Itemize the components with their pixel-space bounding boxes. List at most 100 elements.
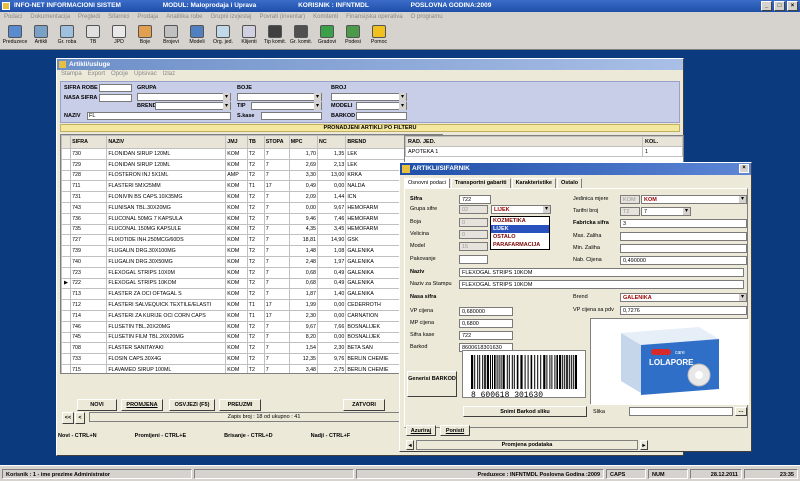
filter-boje-select[interactable] <box>237 93 322 101</box>
menu-item-6[interactable]: Grupni izvjestaj <box>210 14 251 20</box>
table-row[interactable]: 745 FLUSETIN FILM TBL.20X20MG KOM T2 7 8,20 0,… <box>61 331 437 344</box>
table-row[interactable]: 736 FLUCONAL 50MG 7 KAPSULA KOM T2 7 9,46 7,46… <box>61 212 437 225</box>
fabricka-field[interactable]: 3 <box>620 219 747 228</box>
toolbar-button-group[interactable]: Gr. roba <box>54 22 80 50</box>
toolbar-button-settings[interactable]: Podesi <box>340 22 366 50</box>
table-row[interactable]: 743 FLUNISAN TBL.30X20MG KOM T2 7 0,00 9,67 HEM… <box>61 201 437 214</box>
window-menu-item-4[interactable]: Izlaz <box>163 71 175 77</box>
filter-nasa-input[interactable] <box>99 94 132 102</box>
refresh-button[interactable]: OSVJEZI (F5) <box>169 399 215 411</box>
tab-characteristics[interactable]: Karakteristike <box>511 178 556 188</box>
vp-pdv-field[interactable]: 0,7276 <box>620 306 747 315</box>
grid-header-jmj[interactable]: JMJ <box>225 135 248 149</box>
update-button[interactable]: Azuriraj <box>406 425 436 436</box>
toolbar-button-numbers[interactable]: Brojevi <box>158 22 184 50</box>
min-zaliha-field[interactable] <box>620 244 747 253</box>
toolbar-button-models[interactable]: Modeli <box>184 22 210 50</box>
table-row[interactable]: 746 FLUSETIN TBL.20X20MG KOM T2 7 9,67 7,66 BOS… <box>61 320 437 333</box>
grid-header-stopa[interactable]: STOPA <box>263 135 290 149</box>
table-row[interactable]: 711 FLASTERI 5MX25MM KOM T1 17 0,49 0,00 NALDA <box>61 180 437 193</box>
table-row[interactable]: 739 FLUGALIN DRG.30X100MG KOM T2 7 1,48 1,08 GA… <box>61 245 437 257</box>
table-row[interactable]: 730 FLONIDAN SIRUP 120ML KOM T2 7 1,70 1,35 LEK <box>61 148 437 160</box>
menu-item-0[interactable]: Podaci <box>4 14 22 20</box>
table-row[interactable]: 715 FLAVAMED SIRUP 100ML KOM T2 7 3,48 2,75 BER… <box>61 363 437 373</box>
menu-item-1[interactable]: Dokumentacija <box>30 14 70 20</box>
toolbar-button-company[interactable]: Preduzece <box>2 22 28 50</box>
table-row[interactable]: 728 FLOSTERON INJ 5X1ML AMP T2 7 3,30 13,00 KRK… <box>61 169 437 182</box>
table-row[interactable]: 731 FLONIVIN BS CAPS.10X35MG KOM T2 7 2,09 1,4… <box>61 191 437 203</box>
maximize-button[interactable]: □ <box>774 1 785 11</box>
table-row[interactable]: APOTEKA 1 1 <box>405 146 683 157</box>
menu-item-10[interactable]: O programu <box>411 14 443 20</box>
toolbar-button-jpd[interactable]: JPD <box>106 22 132 50</box>
grid-header-naziv[interactable]: NAZIV <box>106 135 227 149</box>
first-record-button[interactable]: << <box>62 412 74 424</box>
table-row[interactable]: 735 FLUCONAL 150MG KAPSULE KOM T2 7 4,35 3,45 H… <box>61 223 437 236</box>
boja-code-field[interactable]: 0 <box>459 218 488 227</box>
new-button[interactable]: NOVI <box>77 399 117 411</box>
toolbar-button-globe[interactable]: Gradovi <box>314 22 340 50</box>
toolbar-button-org[interactable]: Org. jed. <box>210 22 236 50</box>
max-zaliha-field[interactable] <box>620 232 747 241</box>
toolbar-button-tb[interactable]: TB <box>80 22 106 50</box>
group-dropdown-list[interactable]: KOZMETIKA LIJEK OSTALO PARAFARMACIJA <box>490 216 550 250</box>
close-window-button[interactable]: ZATVORI <box>343 399 385 411</box>
filter-sifra-input[interactable] <box>99 84 132 92</box>
items-grid[interactable]: SIFRA NAZIV JMJ TB STOPA MPC NC BREND 730 FLONID… <box>60 134 443 374</box>
model-code-field[interactable]: 15 <box>459 242 488 251</box>
table-row[interactable]: 729 FLONIDAN SIRUP 120ML KOM T2 7 2,69 2,13 LEK <box>61 158 437 171</box>
vp-field[interactable]: 0,680000 <box>459 307 513 316</box>
filter-grupa-select[interactable] <box>137 93 231 101</box>
naziv-stampa-field[interactable]: FLEXOGAL STRIPS 10KOM <box>459 280 744 289</box>
dialog-prev-button[interactable]: ◄ <box>406 440 414 450</box>
grid-header-tb[interactable]: TB <box>246 135 265 149</box>
table-row[interactable]: 714 FLASTERI ZA KURIJE OCI CORN CAPS KOM T1… <box>61 309 437 322</box>
table-row[interactable]: 733 FLOSIN CAPS.30X4G KOM T2 7 12,35 9,76 BERLI… <box>61 353 437 365</box>
warehouse-list[interactable]: RAD. JED. KOL. APOTEKA 1 1 <box>404 135 684 165</box>
pakovanje-field[interactable] <box>459 255 488 264</box>
grupa-select[interactable]: LIJEK <box>491 205 551 214</box>
generate-barcode-button[interactable]: Generisi BARKOD <box>407 371 457 397</box>
grid-header-nc[interactable]: NC <box>316 135 347 149</box>
table-row[interactable]: 727 FLIXOTIDE INH.250MCG/60DS KOM T2 7 18,81 1… <box>61 234 437 247</box>
filter-tip-select[interactable] <box>251 102 322 110</box>
tab-other[interactable]: Ostalo <box>556 178 583 188</box>
sifra-kase-field[interactable]: 722 <box>459 331 513 340</box>
velicina-code-field[interactable]: 0 <box>459 230 488 239</box>
jedinica-code-field[interactable]: KOM <box>620 195 640 204</box>
menu-item-2[interactable]: Pregledi <box>78 14 100 20</box>
jedinica-select[interactable]: KOM <box>641 195 747 204</box>
filter-broj-select[interactable] <box>331 93 407 101</box>
dropdown-option[interactable]: LIJEK <box>491 225 549 233</box>
menu-item-7[interactable]: Povrati (inventar) <box>259 14 305 20</box>
toolbar-button-type[interactable]: Tip komit. <box>262 22 288 50</box>
filter-skase-input[interactable] <box>261 112 322 120</box>
toolbar-button-items[interactable]: Artikli <box>28 22 54 50</box>
filter-barkod-input[interactable] <box>356 112 407 120</box>
tab-basic[interactable]: Osnovni podaci <box>404 178 450 188</box>
table-row[interactable]: 723 FLEXOGAL STRIPS 10X0M KOM T2 7 0,68 0,49 GA… <box>61 266 437 279</box>
nab-cijena-field[interactable]: 0,490000 <box>620 256 747 265</box>
grid-header-mpc[interactable]: MPC <box>288 135 319 149</box>
toolbar-button-clients[interactable]: Klijenti <box>236 22 262 50</box>
menu-item-4[interactable]: Prodaja <box>137 14 158 20</box>
grupa-code-field[interactable]: 02 <box>459 205 488 214</box>
tarifni-code-field[interactable]: T2 <box>620 207 640 216</box>
menu-item-8[interactable]: Komitenti <box>313 14 338 20</box>
brend-select[interactable]: GALENIKA <box>620 293 747 302</box>
menu-item-5[interactable]: Analitika robe <box>166 14 202 20</box>
table-row[interactable]: 740 FLUGALIN DRG.30X50MG KOM T2 7 2,48 1,97 GAL… <box>61 255 437 268</box>
toolbar-button-help[interactable]: Pomoc <box>366 22 392 50</box>
dialog-next-button[interactable]: ► <box>640 440 648 450</box>
tab-transport[interactable]: Transportni gabariti <box>450 178 511 188</box>
tarifni-select[interactable]: 7 <box>641 207 691 216</box>
window-menu-item-3[interactable]: Upisivac <box>134 71 157 77</box>
dropdown-option[interactable]: KOZMETIKA <box>491 217 549 225</box>
table-row[interactable]: ▶ 722 FLEXOGAL STRIPS 10KOM KOM T2 7 0,68 0,49 G… <box>61 277 437 290</box>
filter-brend-select[interactable] <box>155 102 231 110</box>
window-menu-item-2[interactable]: Opcije <box>111 71 128 77</box>
filter-modeli-select[interactable] <box>356 102 407 110</box>
save-barcode-image-button[interactable]: Snimi Barkod sliku <box>463 406 587 417</box>
grid-header-sifra[interactable]: SIFRA <box>70 135 108 149</box>
naziv-field[interactable]: FLEXOGAL STRIPS 10KOM <box>459 268 744 277</box>
